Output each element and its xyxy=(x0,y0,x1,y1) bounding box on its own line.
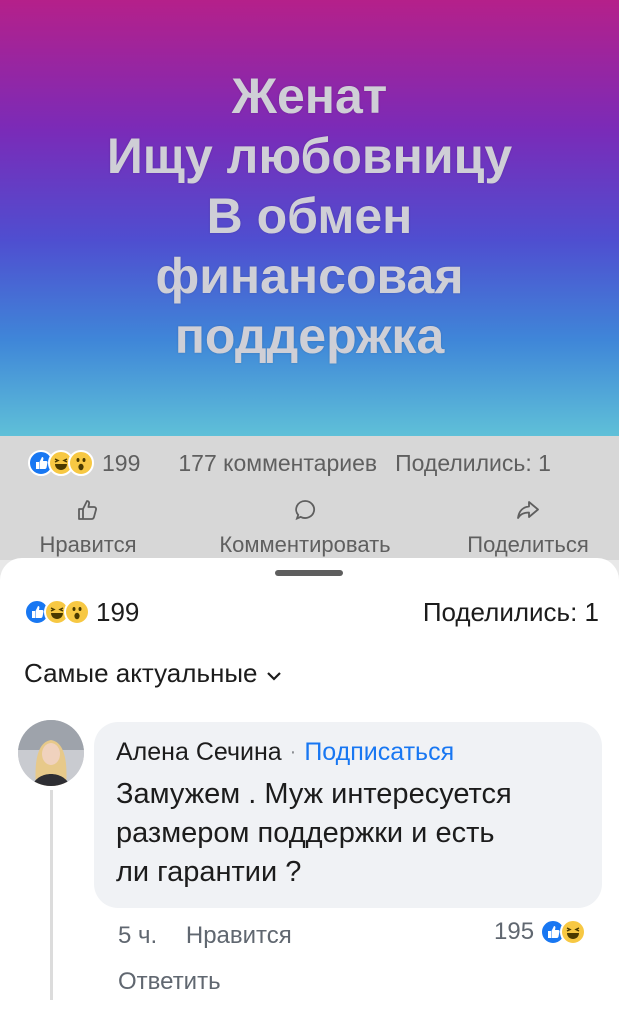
sheet-drag-handle[interactable] xyxy=(275,570,343,576)
follow-button[interactable]: Подписаться xyxy=(304,738,454,767)
comment-label: Комментировать xyxy=(219,532,391,557)
share-icon xyxy=(448,498,608,528)
comments-count[interactable]: 177 комментариев xyxy=(178,450,377,477)
wow-reaction-icon xyxy=(64,599,90,625)
haha-reaction-icon xyxy=(560,919,587,945)
sheet-stats: 199 Поделились: 1 xyxy=(24,594,599,630)
post-stats-bar: 199 177 комментариев Поделились: 1 xyxy=(0,436,619,490)
comment-reaction-count: 195 xyxy=(494,918,535,945)
share-button[interactable]: Поделиться xyxy=(448,498,608,558)
post-image[interactable]: Женат Ищу любовницу В обмен финансовая п… xyxy=(0,0,619,436)
comment-text-line: Замужем . Муж интересуется xyxy=(116,778,512,810)
comment-bubble[interactable]: Алена Сечина · Подписаться Замужем . Муж… xyxy=(94,722,602,908)
separator-dot: · xyxy=(289,741,297,763)
thread-line xyxy=(50,790,53,1000)
chevron-down-icon xyxy=(266,658,282,689)
comment-meta: 5 ч. Нравится xyxy=(118,922,292,950)
post-line: В обмен xyxy=(206,188,413,244)
comment-text: Замужем . Муж интересуется размером подд… xyxy=(116,775,580,892)
reactions-count[interactable]: 199 xyxy=(102,450,140,477)
comment-author[interactable]: Алена Сечина xyxy=(116,738,282,767)
comment-icon xyxy=(190,498,420,528)
post-line: финансовая xyxy=(155,248,464,304)
comment-text-line: размером поддержки и есть xyxy=(116,817,495,849)
reaction-icons[interactable] xyxy=(24,599,90,625)
comment-button[interactable]: Комментировать xyxy=(190,498,420,558)
like-label: Нравится xyxy=(39,532,137,557)
share-label: Поделиться xyxy=(467,532,589,557)
shares-count[interactable]: Поделились: 1 xyxy=(395,450,551,477)
post-line: Женат xyxy=(231,68,388,124)
comment-reactions[interactable]: 195 xyxy=(494,918,587,946)
like-button[interactable]: Нравится xyxy=(28,498,148,558)
post-line: Ищу любовницу xyxy=(106,128,513,184)
sort-label: Самые актуальные xyxy=(24,658,258,688)
comment-text-line: ли гарантии ? xyxy=(116,856,302,888)
post-actions-bar: Нравится Комментировать Поделиться xyxy=(0,490,619,560)
comment-reply-button[interactable]: Ответить xyxy=(118,968,221,996)
shares-count[interactable]: Поделились: 1 xyxy=(423,597,599,628)
reaction-icons[interactable] xyxy=(28,450,94,476)
wow-reaction-icon xyxy=(68,450,94,476)
avatar[interactable] xyxy=(18,720,84,786)
post-line: поддержка xyxy=(174,308,445,364)
sort-dropdown[interactable]: Самые актуальные xyxy=(24,658,282,689)
comments-sheet: 199 Поделились: 1 Самые актуальные Алена… xyxy=(0,558,619,1024)
thumbs-up-icon xyxy=(28,498,148,528)
post-image-text: Женат Ищу любовницу В обмен финансовая п… xyxy=(107,66,512,366)
comment-like-button[interactable]: Нравится xyxy=(186,922,292,949)
reactions-count[interactable]: 199 xyxy=(96,597,139,628)
comment-time: 5 ч. xyxy=(118,922,158,949)
